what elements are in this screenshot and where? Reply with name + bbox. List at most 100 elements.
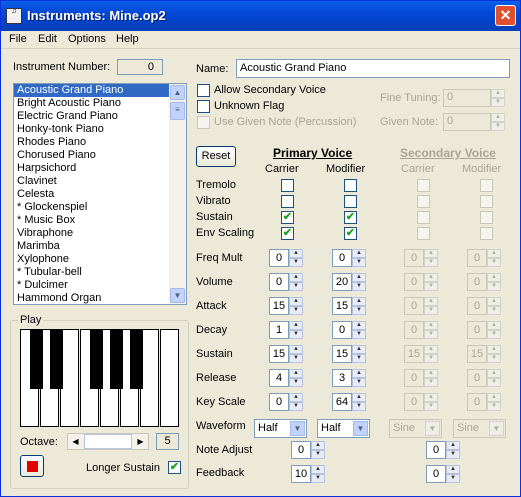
primary-feedback-spinner[interactable]: 10 ▲ ▼ — [291, 465, 325, 483]
list-item[interactable]: Hammond Organ — [14, 292, 186, 304]
value-spinner[interactable]: 15 ▲ ▼ — [269, 345, 303, 363]
list-item[interactable]: * Tubular-bell — [14, 266, 186, 279]
spin-up-icon[interactable]: ▲ — [487, 369, 501, 378]
arrow-right-icon[interactable]: ▶ — [134, 435, 147, 448]
secondary-modifier-waveform-select[interactable]: Sine ▼ — [453, 419, 506, 438]
spinner-value[interactable]: 0 — [467, 369, 487, 387]
value-spinner[interactable]: 64 ▲ ▼ — [332, 393, 366, 411]
spin-up-icon[interactable]: ▲ — [487, 249, 501, 258]
instrument-list[interactable]: Acoustic Grand Piano Bright Acoustic Pian… — [13, 83, 187, 305]
flag-checkbox[interactable] — [480, 211, 493, 224]
spin-down-icon[interactable]: ▼ — [424, 306, 438, 315]
list-item[interactable]: Clavinet — [14, 175, 186, 188]
spin-up-icon[interactable]: ▲ — [424, 369, 438, 378]
flag-checkbox[interactable]: ✔ — [344, 211, 357, 224]
list-item[interactable]: Chorused Piano — [14, 149, 186, 162]
spinner-value[interactable]: 1 — [269, 321, 289, 339]
list-item[interactable]: Electric Grand Piano — [14, 110, 186, 123]
allow-secondary-checkbox[interactable] — [197, 84, 210, 97]
value-spinner[interactable]: 0 ▲ ▼ — [269, 393, 303, 411]
scroll-up-icon[interactable]: ▲ — [170, 85, 185, 100]
list-item[interactable]: Vibraphone — [14, 227, 186, 240]
piano-black-key[interactable] — [30, 329, 43, 389]
spin-down-icon[interactable]: ▼ — [424, 330, 438, 339]
value-spinner[interactable]: 4 ▲ ▼ — [269, 369, 303, 387]
flag-checkbox[interactable] — [480, 179, 493, 192]
spin-up-icon[interactable]: ▲ — [487, 321, 501, 330]
spin-up-icon[interactable]: ▲ — [289, 345, 303, 354]
piano-black-key[interactable] — [90, 329, 103, 389]
list-item[interactable]: Xylophone — [14, 253, 186, 266]
chevron-down-icon[interactable]: ▼ — [489, 421, 504, 436]
value-spinner[interactable]: 15 ▲ ▼ — [332, 345, 366, 363]
spin-up-icon[interactable]: ▲ — [424, 273, 438, 282]
unknown-flag-checkbox[interactable] — [197, 100, 210, 113]
value-spinner[interactable]: 15 ▲ ▼ — [404, 345, 438, 363]
chevron-down-icon[interactable]: ▼ — [353, 421, 368, 436]
spinner-value[interactable]: 15 — [332, 297, 352, 315]
spin-up-icon[interactable]: ▲ — [352, 393, 366, 402]
value-spinner[interactable]: 15 ▲ ▼ — [332, 297, 366, 315]
spinner-value[interactable]: 0 — [404, 249, 424, 267]
spinner-value[interactable]: 0 — [269, 249, 289, 267]
spinner-value[interactable]: 0 — [404, 321, 424, 339]
spin-up-icon[interactable]: ▲ — [311, 441, 325, 450]
spinner-value[interactable]: 0 — [426, 465, 446, 483]
spin-down-icon[interactable]: ▼ — [311, 450, 325, 459]
spin-down-icon[interactable]: ▼ — [352, 378, 366, 387]
octave-slider-thumb[interactable] — [84, 434, 132, 449]
spin-up-icon[interactable]: ▲ — [352, 369, 366, 378]
flag-checkbox[interactable] — [281, 179, 294, 192]
spin-down-icon[interactable]: ▼ — [289, 354, 303, 363]
spin-down-icon[interactable]: ▼ — [487, 306, 501, 315]
spin-up-icon[interactable]: ▲ — [446, 441, 460, 450]
flag-checkbox[interactable] — [480, 195, 493, 208]
reset-button[interactable]: Reset — [196, 146, 236, 167]
list-item[interactable]: Acoustic Grand Piano — [14, 84, 186, 97]
value-spinner[interactable]: 0 ▲ ▼ — [269, 249, 303, 267]
spinner-value[interactable]: 15 — [332, 345, 352, 363]
menu-edit[interactable]: Edit — [38, 33, 57, 45]
scroll-thumb[interactable]: ≡ — [170, 102, 185, 120]
spinner-value[interactable]: 64 — [332, 393, 352, 411]
spinner-value[interactable]: 3 — [332, 369, 352, 387]
spin-down-icon[interactable]: ▼ — [289, 378, 303, 387]
spin-down-icon[interactable]: ▼ — [352, 402, 366, 411]
piano-black-key[interactable] — [50, 329, 63, 389]
arrow-left-icon[interactable]: ◀ — [69, 435, 82, 448]
menu-file[interactable]: File — [9, 33, 27, 45]
spin-down-icon[interactable]: ▼ — [424, 378, 438, 387]
value-spinner[interactable]: 0 ▲ ▼ — [404, 249, 438, 267]
flag-checkbox[interactable] — [344, 179, 357, 192]
spin-down-icon[interactable]: ▼ — [352, 306, 366, 315]
spinner-value[interactable]: 15 — [269, 345, 289, 363]
spinner-value[interactable]: 0 — [404, 297, 424, 315]
spin-up-icon[interactable]: ▲ — [487, 297, 501, 306]
flag-checkbox[interactable] — [417, 227, 430, 240]
value-spinner[interactable]: 0 ▲ ▼ — [269, 273, 303, 291]
name-input[interactable]: Acoustic Grand Piano — [236, 59, 510, 78]
spin-up-icon[interactable]: ▲ — [311, 465, 325, 474]
spin-up-icon[interactable]: ▲ — [289, 321, 303, 330]
value-spinner[interactable]: 0 ▲ ▼ — [404, 321, 438, 339]
spin-down-icon[interactable]: ▼ — [424, 402, 438, 411]
list-item[interactable]: Rhodes Piano — [14, 136, 186, 149]
spin-down-icon[interactable]: ▼ — [289, 330, 303, 339]
spinner-value[interactable]: 0 — [332, 321, 352, 339]
menu-options[interactable]: Options — [68, 33, 106, 45]
spin-up-icon[interactable]: ▲ — [446, 465, 460, 474]
list-item[interactable]: Honky-tonk Piano — [14, 123, 186, 136]
spin-down-icon[interactable]: ▼ — [289, 306, 303, 315]
fine-tuning-spinner[interactable]: ▲ ▼ — [477, 89, 511, 107]
spin-up-icon[interactable]: ▲ — [352, 297, 366, 306]
spinner-value[interactable]: 0 — [269, 273, 289, 291]
spin-up-icon[interactable]: ▲ — [424, 345, 438, 354]
spinner-value[interactable]: 0 — [426, 441, 446, 459]
piano-black-key[interactable] — [130, 329, 143, 389]
list-item[interactable]: Marimba — [14, 240, 186, 253]
spin-up-icon[interactable]: ▲ — [289, 297, 303, 306]
value-spinner[interactable]: 0 ▲ ▼ — [404, 297, 438, 315]
spin-up-icon[interactable]: ▲ — [424, 297, 438, 306]
spin-up-icon[interactable]: ▲ — [352, 345, 366, 354]
list-item[interactable]: Celesta — [14, 188, 186, 201]
